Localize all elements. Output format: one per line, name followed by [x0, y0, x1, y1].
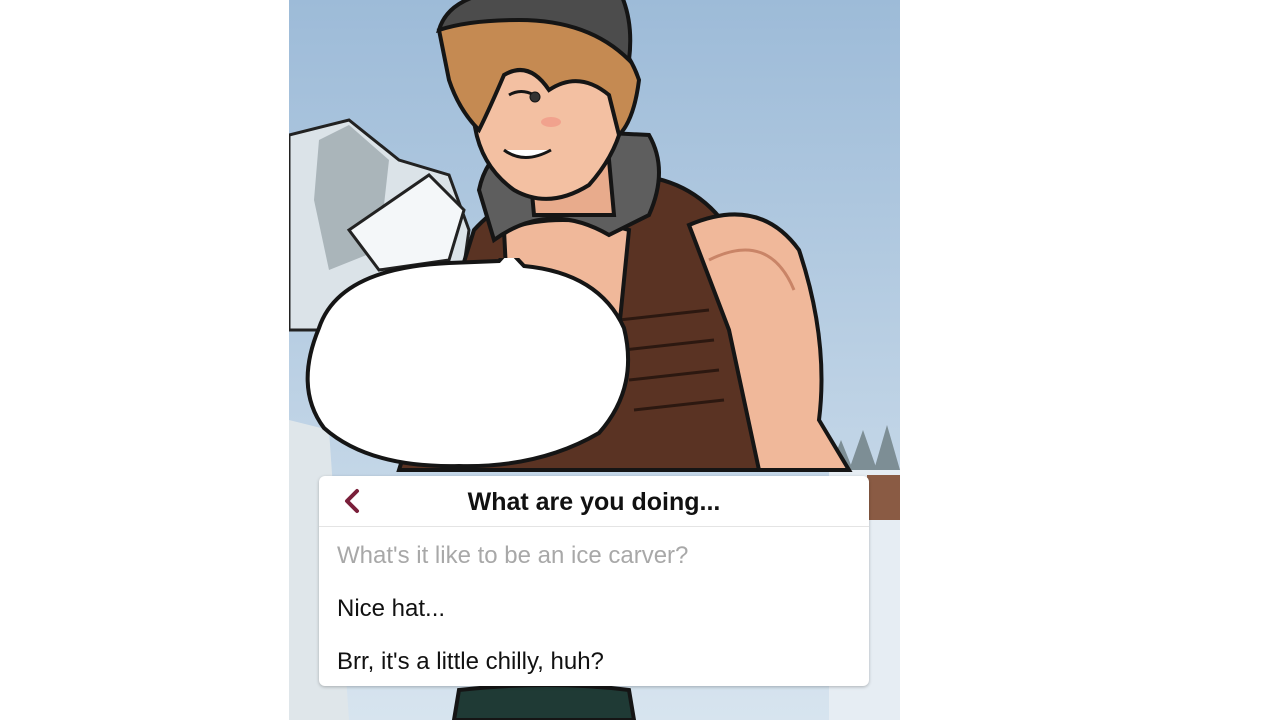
- dialogue-header: What are you doing...: [319, 476, 869, 527]
- speech-bubble: [305, 258, 631, 468]
- dialogue-option-nice-hat[interactable]: Nice hat...: [337, 595, 445, 623]
- dialogue-panel: What are you doing... What's it like to …: [319, 476, 869, 686]
- dialogue-option-ice-carver[interactable]: What's it like to be an ice carver?: [337, 542, 688, 570]
- dialogue-option-chilly[interactable]: Brr, it's a little chilly, huh?: [337, 648, 604, 676]
- dialogue-title: What are you doing...: [467, 488, 721, 516]
